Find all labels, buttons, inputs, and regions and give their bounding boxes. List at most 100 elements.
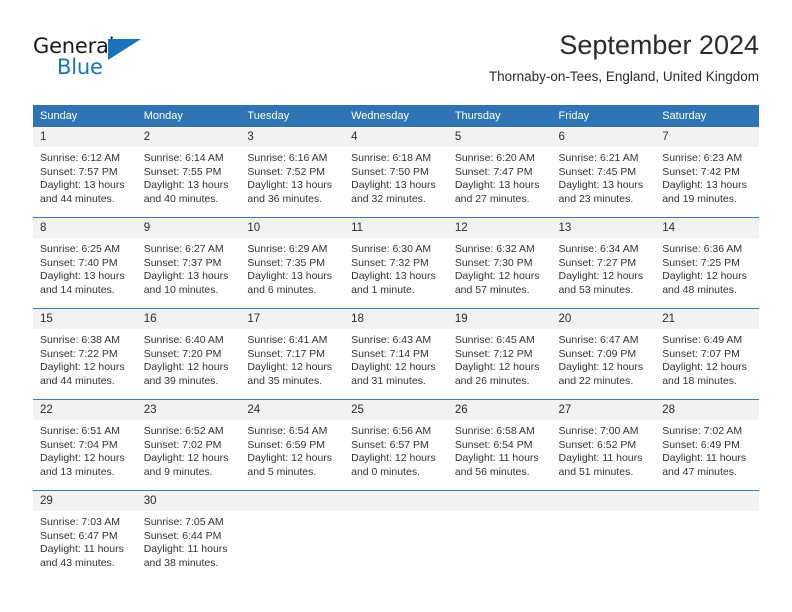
day-details: Sunrise: 6:56 AM Sunset: 6:57 PM Daylight:… <box>344 420 448 479</box>
daylight-text-line2: and 14 minutes. <box>40 283 115 296</box>
day-number <box>655 491 759 511</box>
day-number: 15 <box>33 309 137 329</box>
daylight-text-line2: and 18 minutes. <box>662 374 737 387</box>
calendar-day-cell[interactable]: 1 Sunrise: 6:12 AM Sunset: 7:57 PM Daylight… <box>33 127 137 218</box>
sunrise-text: Sunrise: 6:30 AM <box>351 243 432 255</box>
calendar-week-row: 1 Sunrise: 6:12 AM Sunset: 7:57 PM Daylight… <box>33 127 759 218</box>
calendar-day-cell[interactable]: 10 Sunrise: 6:29 AM Sunset: 7:35 PM Dayligh… <box>240 217 345 309</box>
calendar-day-cell[interactable]: 2 Sunrise: 6:14 AM Sunset: 7:55 PM Daylight… <box>136 127 241 218</box>
day-number: 8 <box>33 218 137 238</box>
weekday-header-sunday: Sunday <box>33 105 137 127</box>
daylight-text-line2: and 44 minutes. <box>40 192 115 205</box>
day-details: Sunrise: 6:21 AM Sunset: 7:45 PM Daylight:… <box>552 147 656 206</box>
calendar-day-cell[interactable]: 18 Sunrise: 6:43 AM Sunset: 7:14 PM Dayligh… <box>344 308 448 400</box>
daylight-text-line2: and 44 minutes. <box>40 374 115 387</box>
day-details: Sunrise: 6:27 AM Sunset: 7:37 PM Daylight:… <box>137 238 241 297</box>
calendar-day-cell[interactable]: 16 Sunrise: 6:40 AM Sunset: 7:20 PM Dayligh… <box>136 308 241 400</box>
day-number: 3 <box>240 127 345 147</box>
daylight-text-line2: and 57 minutes. <box>454 283 530 296</box>
day-number: 24 <box>240 400 345 420</box>
calendar-day-cell[interactable]: 8 Sunrise: 6:25 AM Sunset: 7:40 PM Daylight… <box>33 217 137 309</box>
sunset-text: Sunset: 7:37 PM <box>143 256 222 269</box>
calendar-day-cell[interactable]: 20 Sunrise: 6:47 AM Sunset: 7:09 PM Dayligh… <box>551 308 656 400</box>
page-header: General Blue September 2024 Thornaby-on-… <box>33 28 759 100</box>
calendar-day-cell[interactable]: 30 Sunrise: 7:05 AM Sunset: 6:44 PM Dayligh… <box>136 490 241 581</box>
daylight-text-line1: Daylight: 12 hours <box>662 270 747 283</box>
sunrise-text: Sunrise: 6:14 AM <box>143 152 224 164</box>
calendar-day-cell-empty <box>240 490 345 581</box>
sunrise-text: Sunrise: 7:03 AM <box>40 516 120 528</box>
day-details: Sunrise: 7:00 AM Sunset: 6:52 PM Daylight:… <box>552 420 656 479</box>
calendar-week-row: 22 Sunrise: 6:51 AM Sunset: 7:04 PM Dayligh… <box>33 399 759 491</box>
sunset-text: Sunset: 7:55 PM <box>143 165 222 178</box>
day-number <box>240 491 345 511</box>
day-number: 27 <box>551 400 656 420</box>
calendar-day-cell[interactable]: 21 Sunrise: 6:49 AM Sunset: 7:07 PM Dayligh… <box>655 308 759 400</box>
general-blue-logo[interactable]: General Blue <box>33 34 243 90</box>
calendar-header-row: Sunday Monday Tuesday Wednesday Thursday… <box>33 105 759 127</box>
calendar-day-cell[interactable]: 24 Sunrise: 6:54 AM Sunset: 6:59 PM Dayligh… <box>240 399 345 491</box>
calendar-day-cell[interactable]: 19 Sunrise: 6:45 AM Sunset: 7:12 PM Dayligh… <box>447 308 552 400</box>
calendar-day-cell[interactable]: 13 Sunrise: 6:34 AM Sunset: 7:27 PM Dayligh… <box>551 217 656 309</box>
day-details: Sunrise: 6:54 AM Sunset: 6:59 PM Daylight:… <box>240 420 344 479</box>
calendar-day-cell[interactable]: 27 Sunrise: 7:00 AM Sunset: 6:52 PM Dayligh… <box>551 399 656 491</box>
calendar-day-cell[interactable]: 5 Sunrise: 6:20 AM Sunset: 7:47 PM Daylight… <box>447 127 552 218</box>
calendar-day-cell[interactable]: 7 Sunrise: 6:23 AM Sunset: 7:42 PM Daylight… <box>655 127 759 218</box>
triangle-icon <box>108 39 141 60</box>
calendar-day-cell[interactable]: 6 Sunrise: 6:21 AM Sunset: 7:45 PM Daylight… <box>551 127 656 218</box>
daylight-text-line1: Daylight: 13 hours <box>351 270 436 283</box>
day-details: Sunrise: 6:34 AM Sunset: 7:27 PM Daylight:… <box>552 238 656 297</box>
day-number: 4 <box>344 127 448 147</box>
sunset-text: Sunset: 7:14 PM <box>351 347 429 360</box>
calendar-day-cell-empty <box>551 490 656 581</box>
calendar-day-cell[interactable]: 25 Sunrise: 6:56 AM Sunset: 6:57 PM Dayligh… <box>344 399 448 491</box>
calendar-day-cell[interactable]: 11 Sunrise: 6:30 AM Sunset: 7:32 PM Dayligh… <box>344 217 448 309</box>
daylight-text-line1: Daylight: 12 hours <box>40 452 125 465</box>
sunset-text: Sunset: 7:30 PM <box>454 256 533 269</box>
calendar-day-cell[interactable]: 28 Sunrise: 7:02 AM Sunset: 6:49 PM Dayligh… <box>655 399 759 491</box>
sunrise-text: Sunrise: 6:45 AM <box>454 334 535 346</box>
sunrise-text: Sunrise: 6:25 AM <box>40 243 120 255</box>
calendar-day-cell[interactable]: 12 Sunrise: 6:32 AM Sunset: 7:30 PM Dayligh… <box>447 217 552 309</box>
sunrise-text: Sunrise: 6:52 AM <box>143 425 224 437</box>
calendar-day-cell[interactable]: 3 Sunrise: 6:16 AM Sunset: 7:52 PM Daylight… <box>240 127 345 218</box>
sunrise-text: Sunrise: 6:49 AM <box>662 334 743 346</box>
day-number: 14 <box>655 218 759 238</box>
day-details: Sunrise: 6:25 AM Sunset: 7:40 PM Daylight:… <box>33 238 137 297</box>
calendar-week-row: 8 Sunrise: 6:25 AM Sunset: 7:40 PM Daylight… <box>33 217 759 309</box>
sunrise-text: Sunrise: 6:41 AM <box>247 334 328 346</box>
calendar-day-cell[interactable]: 4 Sunrise: 6:18 AM Sunset: 7:50 PM Daylight… <box>344 127 448 218</box>
sunset-text: Sunset: 6:44 PM <box>143 529 222 542</box>
calendar-day-cell[interactable]: 17 Sunrise: 6:41 AM Sunset: 7:17 PM Dayligh… <box>240 308 345 400</box>
calendar-day-cell[interactable]: 15 Sunrise: 6:38 AM Sunset: 7:22 PM Dayligh… <box>33 308 137 400</box>
daylight-text-line1: Daylight: 12 hours <box>351 452 436 465</box>
day-details: Sunrise: 6:45 AM Sunset: 7:12 PM Daylight:… <box>448 329 552 388</box>
calendar-day-cell[interactable]: 26 Sunrise: 6:58 AM Sunset: 6:54 PM Dayligh… <box>447 399 552 491</box>
day-number: 17 <box>240 309 345 329</box>
calendar-day-cell[interactable]: 9 Sunrise: 6:27 AM Sunset: 7:37 PM Daylight… <box>136 217 241 309</box>
calendar-day-cell[interactable]: 29 Sunrise: 7:03 AM Sunset: 6:47 PM Dayligh… <box>33 490 137 581</box>
day-number: 26 <box>447 400 552 420</box>
daylight-text-line2: and 35 minutes. <box>247 374 323 387</box>
sunrise-text: Sunrise: 7:02 AM <box>662 425 743 437</box>
day-number: 29 <box>33 491 137 511</box>
sunrise-text: Sunrise: 6:20 AM <box>454 152 535 164</box>
calendar-day-cell[interactable]: 22 Sunrise: 6:51 AM Sunset: 7:04 PM Dayligh… <box>33 399 137 491</box>
daylight-text-line2: and 48 minutes. <box>662 283 737 296</box>
day-number: 20 <box>551 309 656 329</box>
day-number: 30 <box>136 491 241 511</box>
daylight-text-line2: and 13 minutes. <box>40 465 115 478</box>
daylight-text-line1: Daylight: 12 hours <box>558 361 644 374</box>
daylight-text-line1: Daylight: 12 hours <box>662 361 747 374</box>
daylight-text-line2: and 22 minutes. <box>558 374 634 387</box>
day-details: Sunrise: 6:40 AM Sunset: 7:20 PM Daylight:… <box>137 329 241 388</box>
sunrise-text: Sunrise: 6:40 AM <box>143 334 224 346</box>
day-number <box>344 491 448 511</box>
calendar-day-cell[interactable]: 14 Sunrise: 6:36 AM Sunset: 7:25 PM Dayligh… <box>655 217 759 309</box>
calendar-day-cell[interactable]: 23 Sunrise: 6:52 AM Sunset: 7:02 PM Dayligh… <box>136 399 241 491</box>
calendar-day-cell-empty <box>344 490 448 581</box>
daylight-text-line2: and 27 minutes. <box>454 192 530 205</box>
daylight-text-line2: and 31 minutes. <box>351 374 426 387</box>
day-number <box>551 491 656 511</box>
daylight-text-line2: and 19 minutes. <box>662 192 737 205</box>
